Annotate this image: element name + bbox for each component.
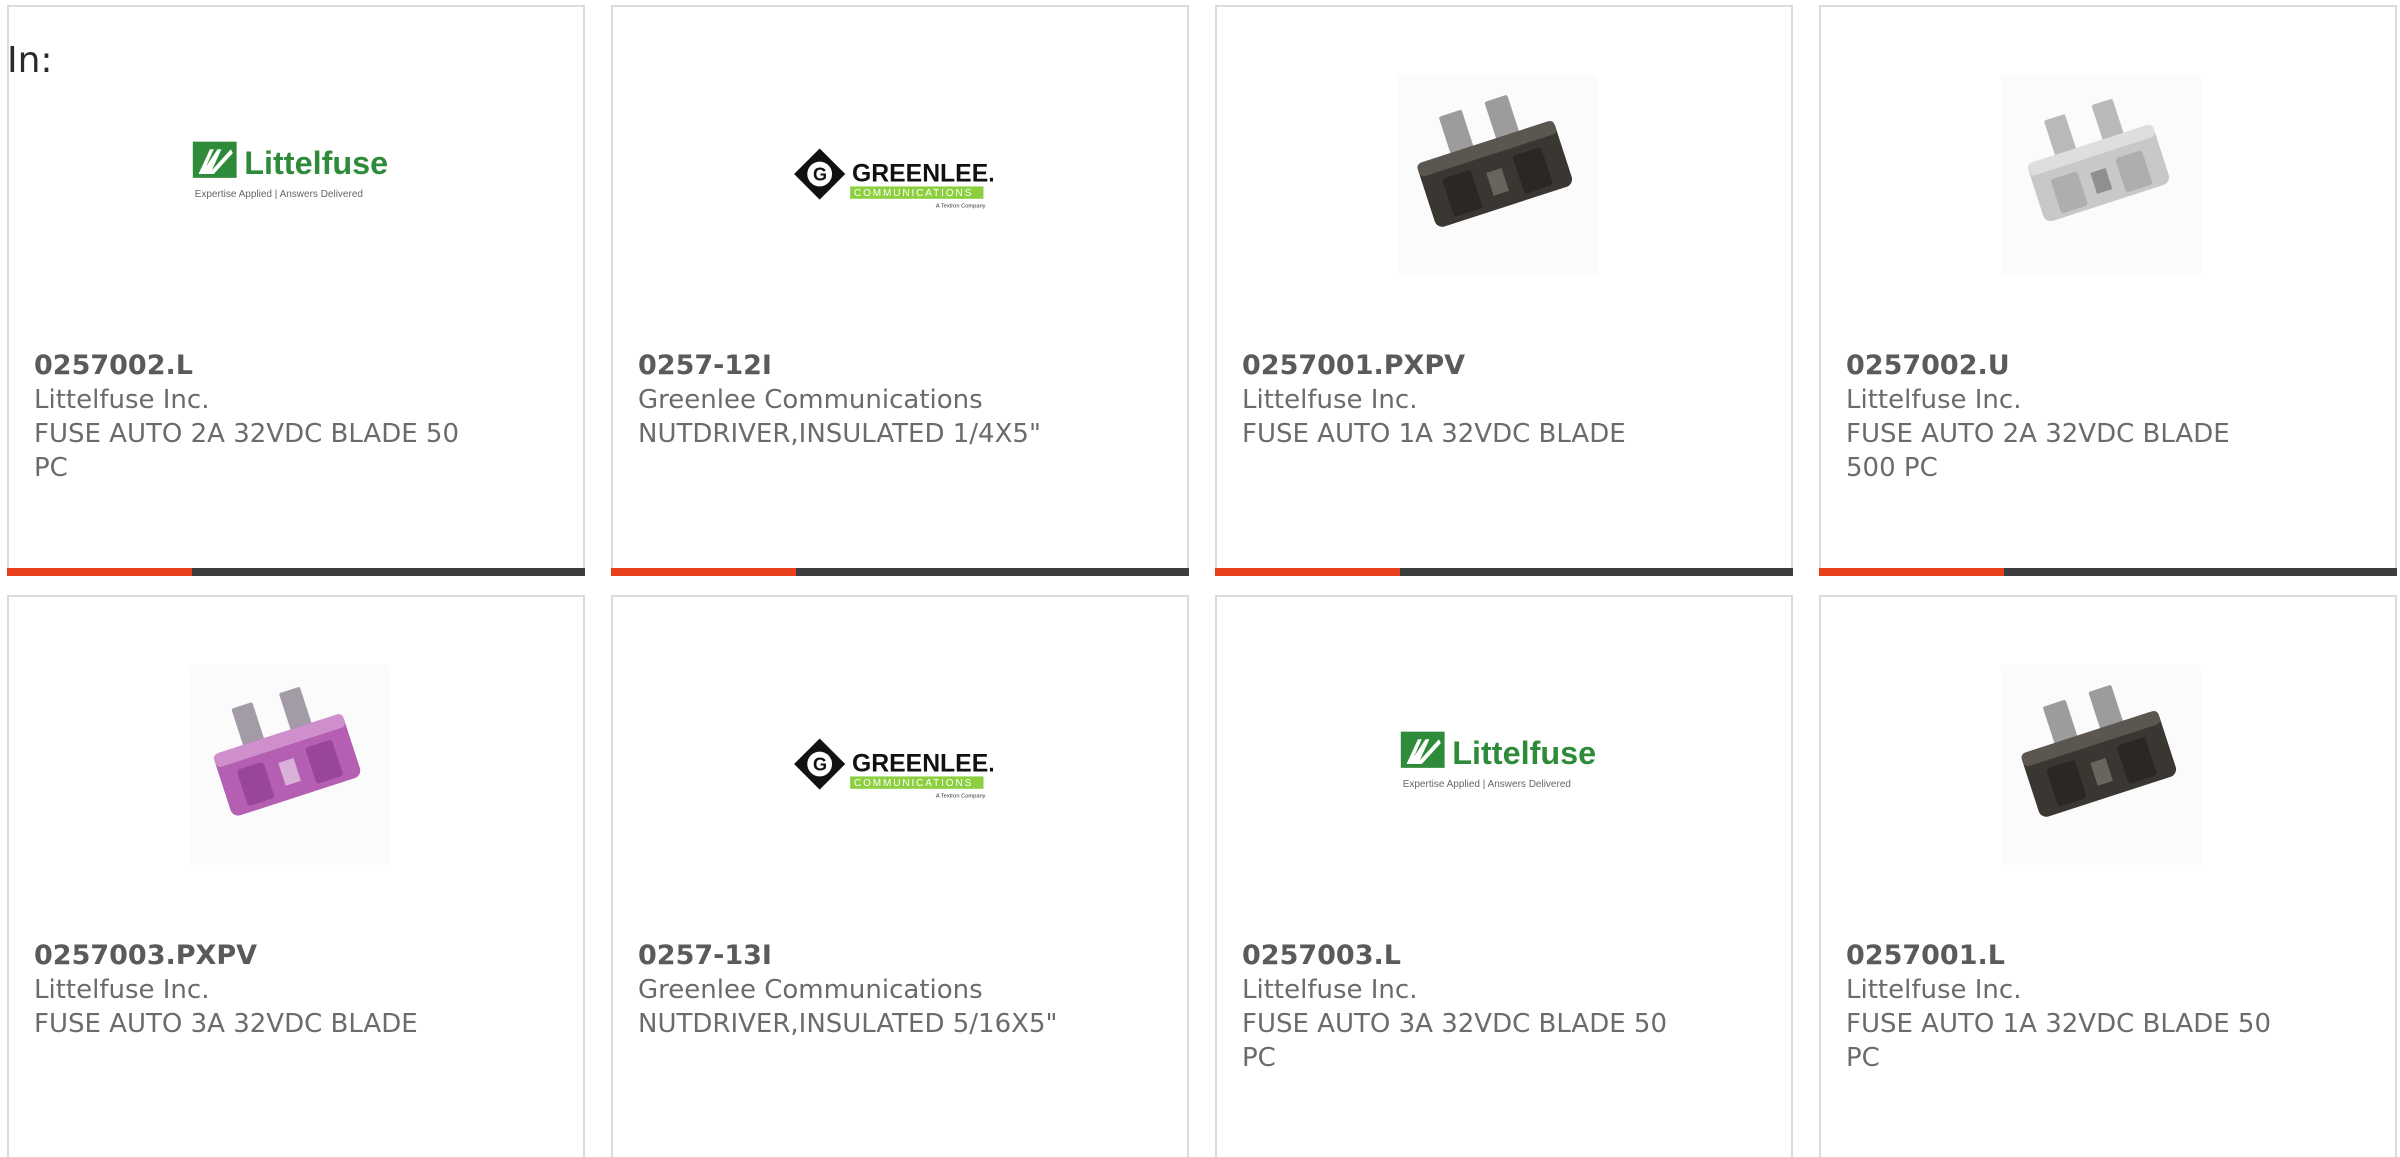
product-description: FUSE AUTO 1A 32VDC BLADE 50 PC — [1846, 1009, 2272, 1073]
svg-text:COMMUNICATIONS: COMMUNICATIONS — [854, 187, 973, 198]
svg-text:GREENLEE.: GREENLEE. — [852, 160, 993, 187]
product-description: NUTDRIVER,INSULATED 1/4X5" — [638, 419, 1041, 449]
littelfuse-logo-image: Littelfuse Expertise Applied | Answers D… — [189, 72, 389, 277]
svg-text:GREENLEE.: GREENLEE. — [852, 750, 993, 777]
product-card[interactable]: 0257002.U Littelfuse Inc. FUSE AUTO 2A 3… — [1819, 5, 2397, 576]
product-card[interactable]: 0257001.L Littelfuse Inc. FUSE AUTO 1A 3… — [1819, 595, 2397, 1157]
product-card[interactable]: Littelfuse Expertise Applied | Answers D… — [1215, 595, 1793, 1157]
blade-fuse-violet-image — [189, 662, 389, 867]
product-card[interactable]: G GREENLEE. COMMUNICATIONS A Textron Com… — [611, 5, 1189, 576]
product-description: FUSE AUTO 2A 32VDC BLADE 50 PC — [34, 419, 460, 483]
progress-bar-fill — [1819, 568, 2004, 576]
product-card[interactable]: G GREENLEE. COMMUNICATIONS A Textron Com… — [611, 595, 1189, 1157]
greenlee-logo-image: G GREENLEE. COMMUNICATIONS A Textron Com… — [793, 662, 993, 867]
manufacturer-name: Littelfuse Inc. — [1242, 385, 1418, 415]
manufacturer-name: Littelfuse Inc. — [34, 975, 210, 1005]
progress-bar — [1215, 568, 1793, 576]
svg-text:COMMUNICATIONS: COMMUNICATIONS — [854, 777, 973, 788]
part-number[interactable]: 0257-13I — [638, 939, 772, 973]
part-number[interactable]: 0257003.PXPV — [34, 939, 257, 973]
product-card[interactable]: Littelfuse Expertise Applied | Answers D… — [7, 5, 585, 576]
svg-text:A Textron Company: A Textron Company — [936, 203, 986, 209]
part-number[interactable]: 0257001.PXPV — [1242, 349, 1465, 383]
svg-text:A Textron Company: A Textron Company — [936, 793, 986, 799]
progress-bar — [611, 568, 1189, 576]
product-description: FUSE AUTO 2A 32VDC BLADE 500 PC — [1846, 419, 2230, 483]
part-number[interactable]: 0257002.U — [1846, 349, 2010, 383]
svg-text:G: G — [813, 754, 827, 774]
progress-bar-fill — [1215, 568, 1400, 576]
blade-fuse-black-image — [1397, 72, 1597, 277]
part-number[interactable]: 0257003.L — [1242, 939, 1401, 973]
svg-text:Littelfuse: Littelfuse — [244, 145, 388, 181]
manufacturer-name: Littelfuse Inc. — [34, 385, 210, 415]
manufacturer-name: Greenlee Communications — [638, 385, 983, 415]
product-description: FUSE AUTO 3A 32VDC BLADE 50 PC — [1242, 1009, 1668, 1073]
part-number[interactable]: 0257-12I — [638, 349, 772, 383]
progress-bar-fill — [611, 568, 796, 576]
product-description: NUTDRIVER,INSULATED 5/16X5" — [638, 1009, 1058, 1039]
product-card[interactable]: 0257001.PXPV Littelfuse Inc. FUSE AUTO 1… — [1215, 5, 1793, 576]
littelfuse-logo-image: Littelfuse Expertise Applied | Answers D… — [1397, 662, 1597, 867]
svg-text:Littelfuse: Littelfuse — [1452, 735, 1596, 771]
product-description: FUSE AUTO 1A 32VDC BLADE — [1242, 419, 1626, 449]
product-grid-page: In: Littelfuse Expertise Applied | Answe… — [0, 0, 2400, 1157]
svg-text:Expertise Applied | Answers De: Expertise Applied | Answers Delivered — [1403, 778, 1571, 789]
part-number[interactable]: 0257001.L — [1846, 939, 2005, 973]
manufacturer-name: Littelfuse Inc. — [1846, 975, 2022, 1005]
blade-fuse-clear-image — [2001, 72, 2201, 277]
filter-label: In: — [7, 40, 53, 81]
manufacturer-name: Littelfuse Inc. — [1242, 975, 1418, 1005]
progress-bar — [7, 568, 585, 576]
manufacturer-name: Greenlee Communications — [638, 975, 983, 1005]
svg-text:Expertise Applied | Answers De: Expertise Applied | Answers Delivered — [195, 188, 363, 199]
manufacturer-name: Littelfuse Inc. — [1846, 385, 2022, 415]
part-number[interactable]: 0257002.L — [34, 349, 193, 383]
progress-bar-fill — [7, 568, 192, 576]
greenlee-logo-image: G GREENLEE. COMMUNICATIONS A Textron Com… — [793, 72, 993, 277]
blade-fuse-black-image — [2001, 662, 2201, 867]
progress-bar — [1819, 568, 2397, 576]
product-description: FUSE AUTO 3A 32VDC BLADE — [34, 1009, 418, 1039]
product-card[interactable]: 0257003.PXPV Littelfuse Inc. FUSE AUTO 3… — [7, 595, 585, 1157]
svg-text:G: G — [813, 164, 827, 184]
